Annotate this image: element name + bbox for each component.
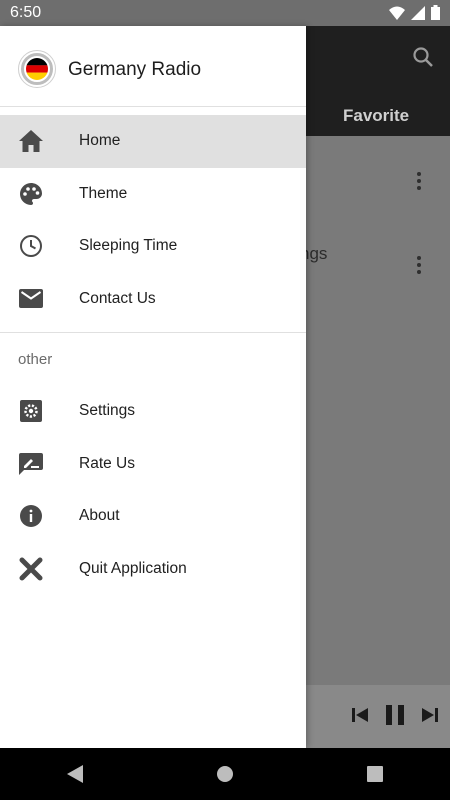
- drawer-header: Germany Radio: [0, 26, 306, 107]
- home-button-icon[interactable]: [216, 765, 234, 783]
- menu-item-label: About: [79, 507, 120, 525]
- rate-icon: [18, 451, 44, 477]
- menu-item-label: Rate Us: [79, 454, 135, 472]
- status-time: 6:50: [10, 4, 42, 21]
- drawer-menu: Home Theme Sleeping Time Contact Us othe…: [0, 115, 306, 595]
- status-icons: [389, 5, 440, 20]
- section-title-text: other: [18, 351, 53, 368]
- menu-item-label: Quit Application: [79, 559, 187, 577]
- system-navigation-bar: [0, 748, 450, 800]
- menu-item-quit-application[interactable]: Quit Application: [0, 543, 306, 596]
- home-icon: [18, 128, 44, 154]
- menu-item-label: Theme: [79, 184, 128, 202]
- germany-flag-logo: [18, 50, 56, 88]
- menu-item-sleeping-time[interactable]: Sleeping Time: [0, 220, 306, 273]
- menu-item-rate-us[interactable]: Rate Us: [0, 438, 306, 491]
- menu-item-label: Contact Us: [79, 289, 156, 307]
- skip-next-icon[interactable]: [422, 708, 438, 722]
- recent-apps-icon[interactable]: [367, 766, 384, 782]
- menu-item-settings[interactable]: Settings: [0, 385, 306, 438]
- settings-icon: [18, 398, 44, 424]
- tab-favorite[interactable]: Favorite: [343, 106, 409, 126]
- menu-item-theme[interactable]: Theme: [0, 168, 306, 221]
- pause-icon[interactable]: [386, 705, 404, 725]
- menu-item-label: Settings: [79, 402, 136, 420]
- back-icon[interactable]: [66, 765, 83, 783]
- drawer-title: Germany Radio: [68, 59, 202, 80]
- menu-item-label: Sleeping Time: [79, 237, 178, 255]
- palette-icon: [18, 181, 44, 207]
- menu-item-about[interactable]: About: [0, 490, 306, 543]
- menu-item-label: Home: [79, 132, 121, 150]
- close-icon: [18, 556, 44, 582]
- menu-item-home[interactable]: Home: [0, 115, 306, 168]
- navigation-drawer: Germany Radio Home Theme Sleeping Time C…: [0, 26, 306, 748]
- signal-icon: [411, 5, 425, 20]
- skip-previous-icon[interactable]: [352, 708, 368, 722]
- player-controls: [352, 705, 438, 725]
- section-title-other: other: [0, 333, 306, 379]
- status-bar: 6:50: [0, 0, 450, 26]
- more-options-icon[interactable]: [416, 256, 422, 277]
- wifi-icon: [389, 6, 405, 20]
- menu-item-contact-us[interactable]: Contact Us: [0, 273, 306, 326]
- mail-icon: [18, 286, 44, 312]
- drawer-menu-other: Settings Rate Us About Quit Application: [0, 385, 306, 595]
- more-options-icon[interactable]: [416, 172, 422, 193]
- search-icon[interactable]: [412, 46, 434, 68]
- clock-icon: [18, 233, 44, 259]
- battery-icon: [431, 5, 440, 20]
- info-icon: [18, 503, 44, 529]
